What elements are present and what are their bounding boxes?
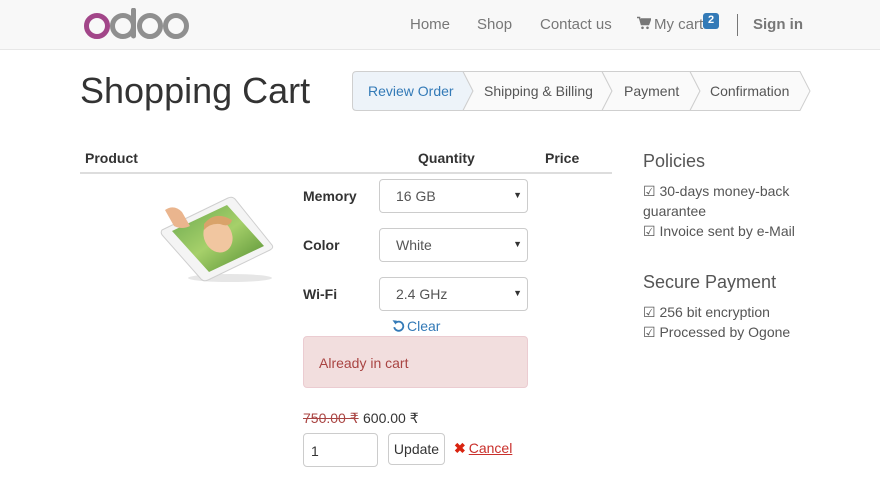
already-in-cart-alert: Already in cart (303, 336, 528, 388)
caret-down-icon: ▼ (513, 288, 522, 298)
old-price: 750.00 ₹ (303, 410, 359, 426)
policy-item: ☑ Invoice sent by e-Mail (643, 223, 795, 239)
page-title: Shopping Cart (80, 70, 311, 111)
new-price: 600.00 ₹ (363, 410, 419, 426)
secure-payment-heading: Secure Payment (643, 272, 777, 292)
undo-icon (392, 320, 405, 332)
clear-attributes-link[interactable]: Clear (392, 318, 440, 334)
quantity-value: 1 (311, 443, 319, 459)
nav-shop-link[interactable]: Shop (477, 16, 512, 33)
wizard-step-review-order[interactable]: Review Order (368, 83, 454, 99)
nav-cart-label: My cart (654, 16, 704, 33)
top-navbar: Home Shop Contact us My cart 2 Sign in (0, 0, 880, 50)
color-label: Color (303, 237, 340, 253)
column-header-product: Product (85, 150, 138, 166)
clear-label: Clear (407, 318, 441, 334)
wifi-label: Wi-Fi (303, 286, 338, 302)
nav-divider (737, 14, 738, 36)
nav-home-link[interactable]: Home (410, 16, 450, 33)
cancel-link[interactable]: ✖ Cancel (454, 440, 512, 457)
table-header-divider (80, 172, 612, 174)
nav-cart-link[interactable]: My cart (637, 16, 703, 33)
wizard-step-shipping-billing[interactable]: Shipping & Billing (484, 83, 593, 99)
color-select[interactable]: White ▼ (379, 228, 528, 262)
memory-select[interactable]: 16 GB ▼ (379, 179, 528, 213)
secure-payment-item: ☑ 256 bit encryption (643, 304, 770, 320)
ipad-product-image[interactable] (160, 190, 280, 285)
memory-label: Memory (303, 188, 357, 204)
alert-message: Already in cart (319, 355, 409, 371)
wifi-select[interactable]: 2.4 GHz ▼ (379, 277, 528, 311)
policy-item: ☑ 30-days money-back guarantee (643, 183, 790, 219)
caret-down-icon: ▼ (513, 190, 522, 200)
sign-in-link[interactable]: Sign in (753, 16, 803, 33)
policies-heading: Policies (643, 151, 706, 171)
shopping-cart-icon (637, 16, 651, 30)
wifi-select-value: 2.4 GHz (396, 286, 448, 302)
secure-payment-item: ☑ Processed by Ogone (643, 324, 791, 340)
caret-down-icon: ▼ (513, 239, 522, 249)
update-button[interactable]: Update (388, 433, 445, 465)
quantity-input[interactable]: 1 (303, 433, 378, 467)
odoo-logo[interactable] (84, 8, 194, 42)
cancel-label: Cancel (468, 440, 513, 456)
nav-contact-link[interactable]: Contact us (540, 16, 612, 33)
remove-x-icon: ✖ (454, 440, 466, 456)
wizard-step-confirmation[interactable]: Confirmation (710, 83, 789, 99)
wizard-step-payment[interactable]: Payment (624, 83, 679, 99)
column-header-quantity: Quantity (418, 150, 475, 166)
color-select-value: White (396, 237, 432, 253)
column-header-price: Price (545, 150, 580, 166)
cart-count-badge: 2 (703, 13, 720, 29)
memory-select-value: 16 GB (396, 188, 436, 204)
